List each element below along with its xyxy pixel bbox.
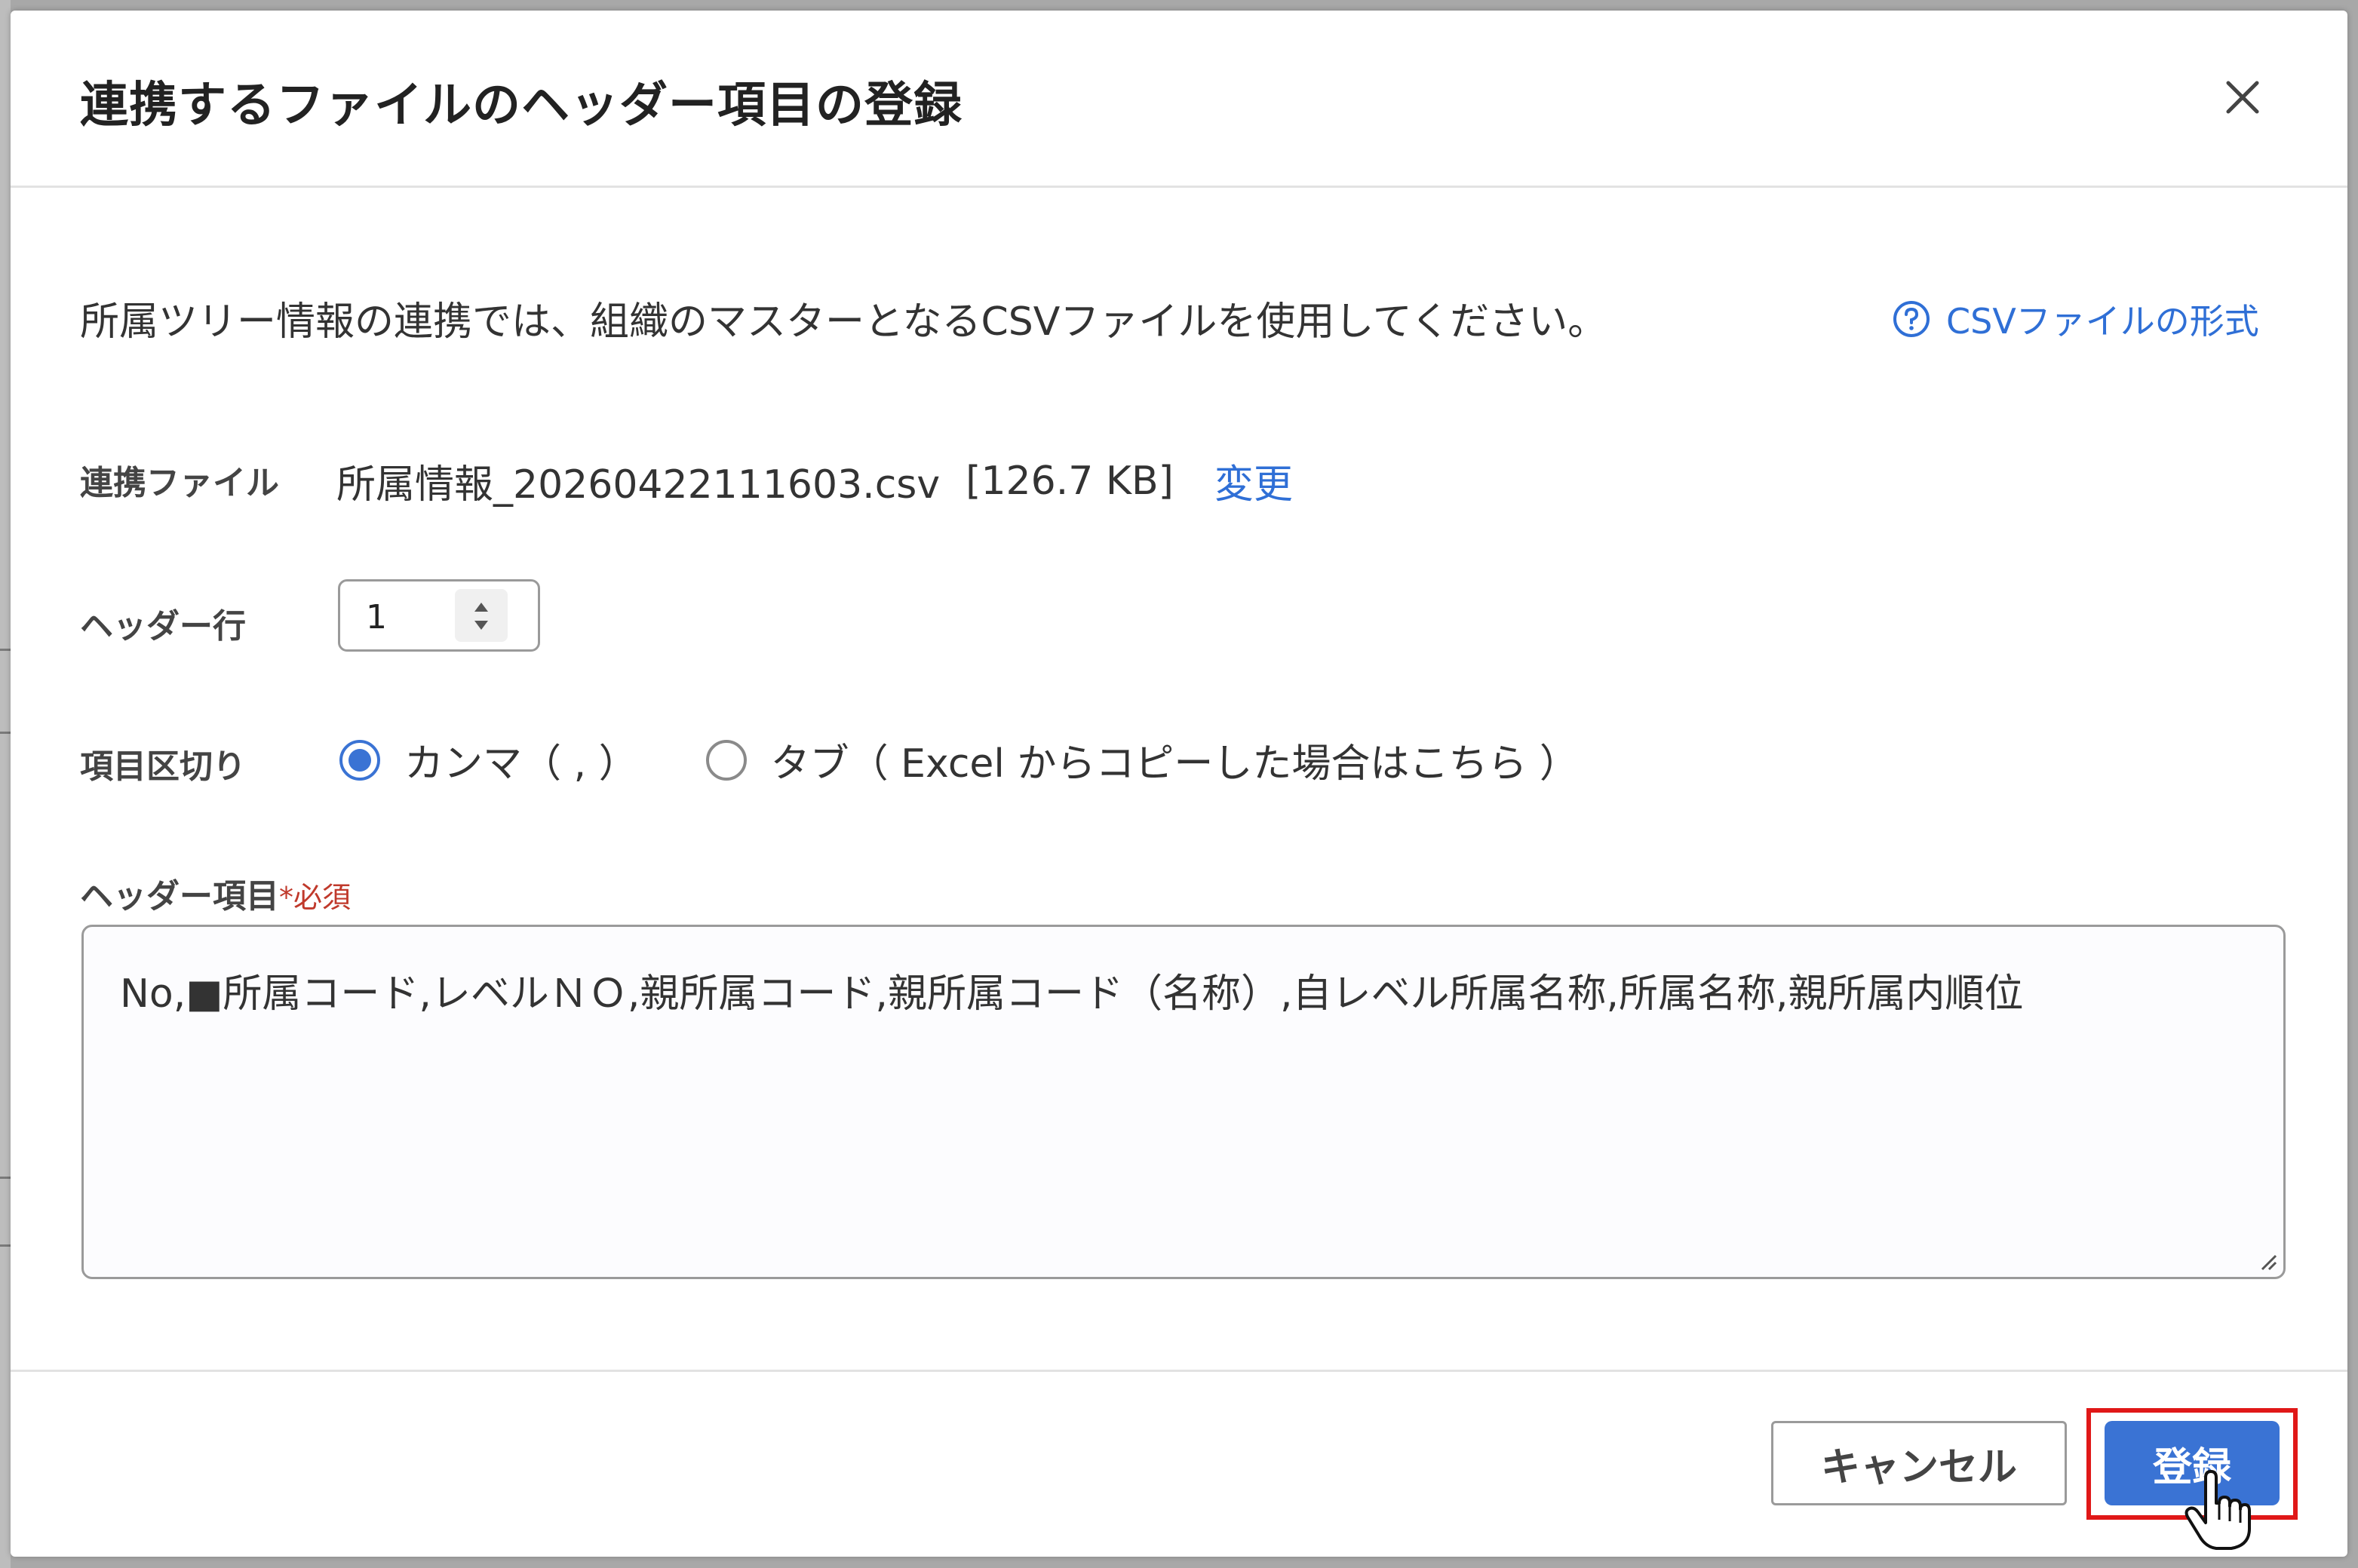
dialog-title: 連携するファイルのヘッダー項目の登録	[80, 78, 963, 133]
cancel-button[interactable]: キャンセル	[1771, 1421, 2067, 1505]
file-name: 所属情報_20260422111603.csv	[336, 462, 941, 508]
resize-handle-icon[interactable]	[2256, 1250, 2279, 1272]
header-items-textarea[interactable]: No,■所属コード,レベルＮＯ,親所属コード,親所属コード（名称）,自レベル所属…	[81, 925, 2286, 1279]
question-circle-icon	[1893, 301, 1930, 337]
radio-unselected-icon	[705, 739, 747, 781]
header-items-label: ヘッダー項目*必須	[80, 869, 351, 917]
delimiter-radio-group: カンマ（ , ） タブ（ Excel からコピーした場合はこちら ）	[338, 732, 1579, 788]
close-button[interactable]	[2216, 71, 2269, 124]
linked-file-row: 所属情報_20260422111603.csv [126.7 KB] 変更	[336, 453, 1293, 509]
background-divider	[0, 732, 11, 734]
dialog-footer: キャンセル 登録	[11, 1370, 2347, 1559]
radio-tab-label: タブ（ Excel からコピーした場合はこちら ）	[770, 741, 1579, 787]
background-page-edge	[0, 0, 11, 1568]
header-row-label: ヘッダー行	[80, 607, 246, 646]
header-items-value: No,■所属コード,レベルＮＯ,親所属コード,親所属コード（名称）,自レベル所属…	[120, 971, 2024, 1017]
register-header-dialog: 連携するファイルのヘッダー項目の登録 所属ツリー情報の連携では、組織のマスターと…	[11, 11, 2347, 1557]
stepper-arrows[interactable]	[455, 589, 508, 642]
background-divider	[0, 1244, 11, 1247]
radio-comma[interactable]: カンマ（ , ）	[338, 732, 638, 788]
radio-tab[interactable]: タブ（ Excel からコピーした場合はこちら ）	[705, 732, 1579, 788]
radio-comma-label: カンマ（ , ）	[404, 741, 638, 787]
change-file-link[interactable]: 変更	[1214, 453, 1293, 509]
background-divider	[0, 1177, 11, 1179]
close-icon	[2226, 81, 2259, 114]
radio-selected-icon	[339, 739, 380, 781]
required-text: 必須	[293, 881, 352, 914]
header-row-stepper[interactable]: 1	[338, 579, 540, 652]
background-divider	[0, 649, 11, 651]
dialog-header: 連携するファイルのヘッダー項目の登録	[11, 11, 2347, 188]
csv-format-help-link[interactable]: CSVファイルの形式	[1892, 293, 2259, 345]
up-down-arrows-icon	[474, 603, 488, 630]
hand-pointer-icon	[2185, 1470, 2251, 1550]
required-mark: *	[279, 881, 293, 914]
header-items-label-text: ヘッダー項目	[80, 877, 279, 916]
delimiter-label: 項目区切り	[80, 747, 246, 786]
dialog-description: 所属ツリー情報の連携では、組織のマスターとなるCSVファイルを使用してください。	[80, 299, 1607, 345]
header-row-value: 1	[366, 598, 387, 637]
csv-format-help-label: CSVファイルの形式	[1946, 301, 2259, 342]
file-size: [126.7 KB]	[966, 458, 1174, 504]
linked-file-label: 連携ファイル	[80, 464, 279, 502]
